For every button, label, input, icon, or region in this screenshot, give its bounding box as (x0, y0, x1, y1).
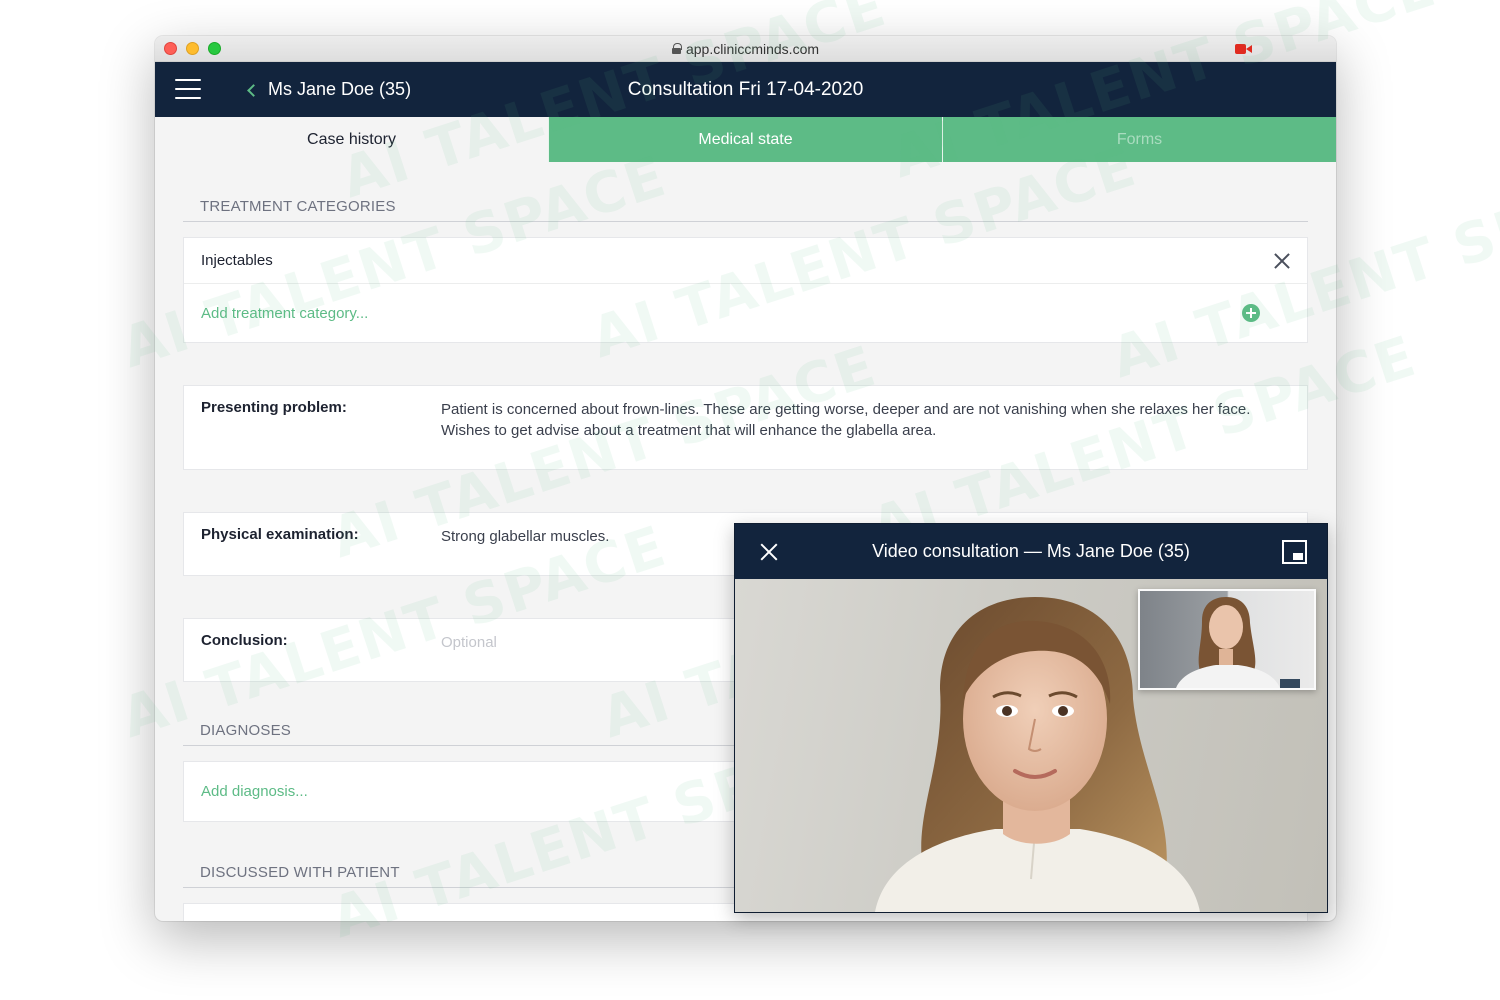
page-title: Consultation Fri 17-04-2020 (627, 78, 864, 100)
video-title: Video consultation — Ms Jane Doe (35) (872, 541, 1190, 561)
picture-in-picture-icon[interactable] (1282, 540, 1307, 564)
tab-case-history[interactable]: Case history (155, 117, 548, 162)
app-header: Ms Jane Doe (35) Consultation Fri 17-04-… (155, 62, 1336, 117)
treatment-category-label: Injectables (201, 252, 273, 269)
remote-video-feed (735, 579, 1327, 912)
treatment-categories-card: Injectables Add treatment category... (183, 237, 1308, 343)
treatment-category-row: Injectables (184, 238, 1307, 283)
window-controls (164, 42, 221, 55)
back-to-patient-link[interactable]: Ms Jane Doe (35) (247, 79, 412, 100)
conclusion-label: Conclusion: (201, 632, 288, 649)
menu-icon[interactable] (175, 79, 201, 99)
add-diagnosis-link[interactable]: Add diagnosis... (201, 783, 308, 800)
video-consultation-window[interactable]: Video consultation — Ms Jane Doe (35) (734, 523, 1328, 913)
zoom-window-button[interactable] (208, 42, 221, 55)
presenting-problem-card[interactable]: Presenting problem: Patient is concerned… (183, 385, 1308, 470)
tab-medical-state[interactable]: Medical state (548, 117, 942, 162)
video-header: Video consultation — Ms Jane Doe (35) (735, 524, 1327, 579)
add-treatment-row[interactable]: Add treatment category... (184, 283, 1307, 342)
physical-examination-label: Physical examination: (201, 526, 359, 543)
presenting-problem-value[interactable]: Patient is concerned about frown-lines. … (441, 399, 1281, 469)
physical-examination-value[interactable]: Strong glabellar muscles. (441, 526, 609, 575)
address-bar[interactable]: app.cliniccminds.com (671, 40, 820, 57)
treatment-categories-heading: TREATMENT CATEGORIES (183, 198, 1308, 222)
remove-category-icon[interactable] (1274, 253, 1290, 269)
close-video-icon[interactable] (760, 543, 778, 561)
add-treatment-category-link[interactable]: Add treatment category... (201, 305, 368, 322)
tab-forms[interactable]: Forms (942, 117, 1336, 162)
conclusion-placeholder[interactable]: Optional (441, 632, 497, 681)
presenting-problem-label: Presenting problem: (201, 399, 347, 416)
doctor-video-image (1176, 597, 1300, 688)
tab-bar: Case history Medical state Forms (155, 117, 1336, 162)
self-view-video[interactable] (1138, 589, 1316, 690)
close-window-button[interactable] (164, 42, 177, 55)
patient-name: Ms Jane Doe (35) (268, 79, 412, 99)
chevron-left-icon (247, 83, 260, 97)
browser-titlebar: app.cliniccminds.com (155, 36, 1336, 62)
minimize-window-button[interactable] (186, 42, 199, 55)
lock-icon (671, 43, 682, 54)
camera-recording-icon (1235, 43, 1252, 55)
url-text: app.cliniccminds.com (685, 40, 820, 57)
add-circle-icon[interactable] (1242, 304, 1260, 322)
